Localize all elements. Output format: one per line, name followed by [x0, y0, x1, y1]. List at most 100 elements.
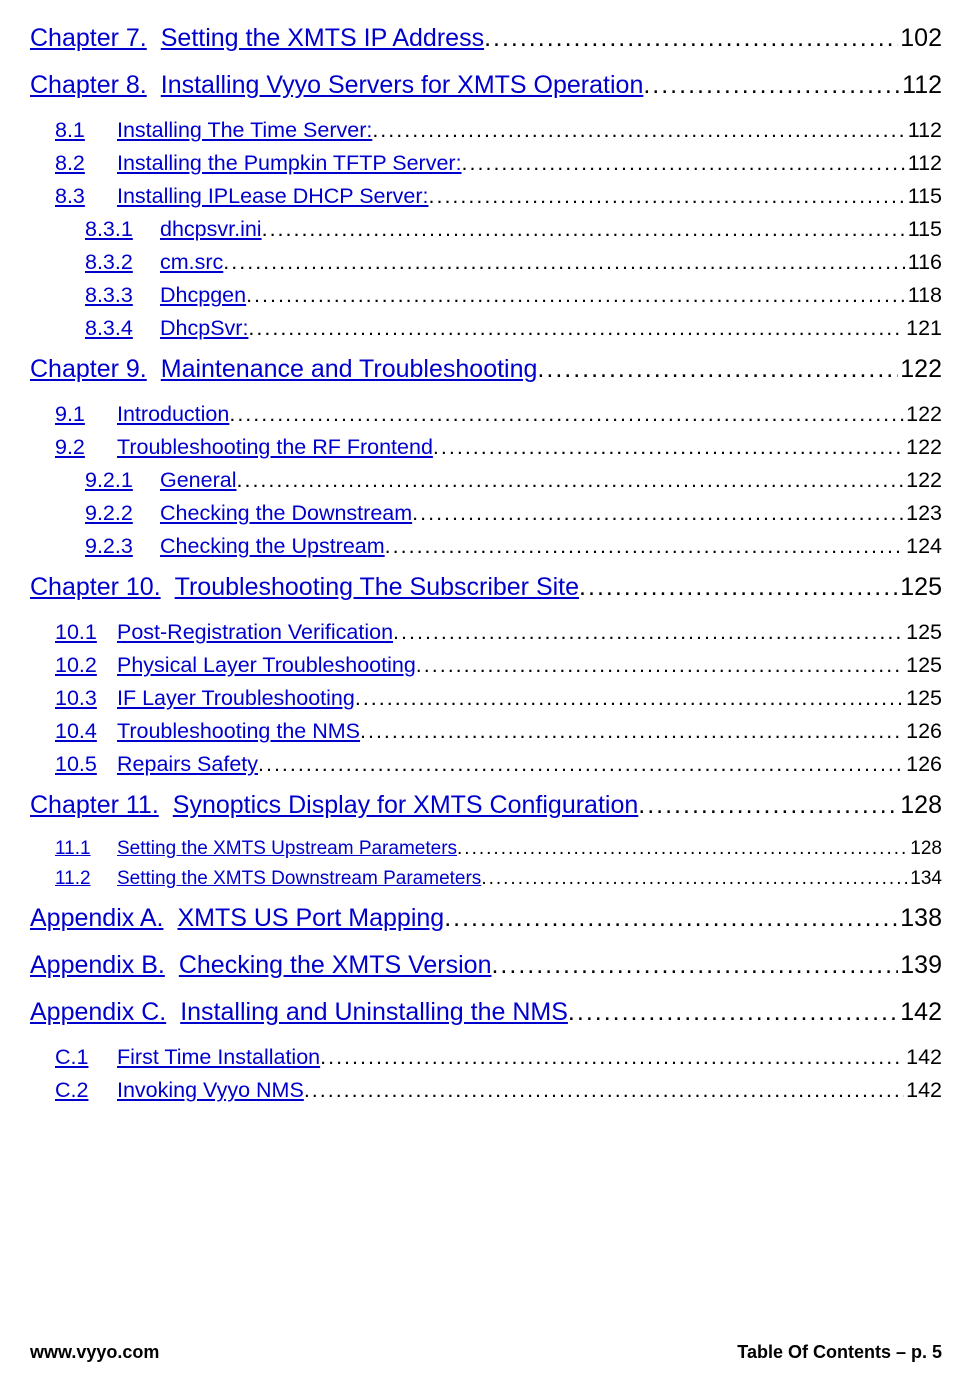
toc-entry-number[interactable]: Appendix B.: [30, 951, 165, 980]
toc-leader-dots: [229, 402, 904, 427]
toc-entry-title[interactable]: Maintenance and Troubleshooting: [161, 355, 538, 384]
toc-entry-number[interactable]: 8.3: [55, 184, 117, 209]
toc-entry-page: 116: [906, 250, 942, 275]
toc-entry-number[interactable]: 9.2.2: [85, 501, 160, 526]
toc-entry-number[interactable]: 9.2: [55, 435, 117, 460]
toc-entry-number[interactable]: C.2: [55, 1078, 117, 1103]
toc-entry: 8.3Installing IPLease DHCP Server:115: [55, 184, 942, 209]
toc-entry-title[interactable]: Installing the Pumpkin TFTP Server:: [117, 151, 462, 176]
toc-entry-title[interactable]: IF Layer Troubleshooting: [117, 686, 355, 711]
toc-entry-title[interactable]: Invoking Vyyo NMS: [117, 1078, 304, 1103]
toc-entry-number[interactable]: Chapter 8.: [30, 71, 147, 100]
toc-entry: 9.2.3Checking the Upstream124: [85, 534, 942, 559]
toc-entry-number[interactable]: Chapter 10.: [30, 573, 161, 602]
toc-entry-title[interactable]: Checking the XMTS Version: [179, 951, 492, 980]
toc-entry-title[interactable]: Troubleshooting the RF Frontend: [117, 435, 433, 460]
toc-entry-number[interactable]: 10.2: [55, 653, 117, 678]
toc-leader-dots: [258, 752, 904, 777]
toc-entry-title[interactable]: Checking the Downstream: [160, 501, 412, 526]
toc-entry-title[interactable]: Repairs Safety: [117, 752, 258, 777]
toc-entry: 10.4Troubleshooting the NMS126: [55, 719, 942, 744]
toc-entry-title[interactable]: First Time Installation: [117, 1045, 320, 1070]
toc-entry-title[interactable]: Installing Vyyo Servers for XMTS Operati…: [161, 71, 644, 100]
toc-leader-dots: [393, 620, 904, 645]
toc-entry-title[interactable]: Setting the XMTS Upstream Parameters: [117, 838, 457, 860]
toc-entry-title[interactable]: DhcpSvr:: [160, 316, 248, 341]
toc-entry-number[interactable]: 8.3.2: [85, 250, 160, 275]
toc-entry-number[interactable]: 11.2: [55, 868, 117, 890]
toc-entry-number[interactable]: 10.5: [55, 752, 117, 777]
toc-entry-number[interactable]: 10.4: [55, 719, 117, 744]
toc-leader-dots: [248, 316, 904, 341]
toc-leader-dots: [262, 217, 906, 242]
toc-entry-number[interactable]: 8.2: [55, 151, 117, 176]
toc-entry-title[interactable]: Setting the XMTS IP Address: [161, 24, 484, 53]
toc-entry-number[interactable]: 8.3.3: [85, 283, 160, 308]
toc-leader-dots: [433, 435, 904, 460]
page-footer: www.vyyo.com Table Of Contents – p. 5: [30, 1342, 942, 1363]
toc-gap: [163, 904, 177, 933]
toc-entry-page: 139: [898, 951, 942, 980]
toc-leader-dots: [537, 355, 898, 384]
toc-entry-title[interactable]: Setting the XMTS Downstream Parameters: [117, 868, 481, 890]
toc-leader-dots: [457, 838, 908, 860]
toc-entry-number[interactable]: 10.3: [55, 686, 117, 711]
toc-entry: 11.1Setting the XMTS Upstream Parameters…: [55, 838, 942, 860]
toc-entry: 9.2.1General122: [85, 468, 942, 493]
toc-entry-number[interactable]: 9.1: [55, 402, 117, 427]
toc-entry-page: 125: [904, 620, 942, 645]
toc-entry-title[interactable]: Troubleshooting The Subscriber Site: [175, 573, 579, 602]
toc-entry-number[interactable]: 10.1: [55, 620, 117, 645]
toc-entry-page: 115: [906, 217, 942, 242]
toc-entry: Chapter 8. Installing Vyyo Servers for X…: [30, 71, 942, 100]
toc-entry-page: 121: [904, 316, 942, 341]
toc-entry: Chapter 11. Synoptics Display for XMTS C…: [30, 791, 942, 820]
toc-entry-title[interactable]: Installing and Uninstalling the NMS: [180, 998, 568, 1027]
toc-entry: 10.1Post-Registration Verification 125: [55, 620, 942, 645]
toc-entry: 11.2Setting the XMTS Downstream Paramete…: [55, 868, 942, 890]
toc-leader-dots: [355, 686, 904, 711]
toc-entry-number[interactable]: Chapter 7.: [30, 24, 147, 53]
toc-entry-title[interactable]: Installing IPLease DHCP Server:: [117, 184, 429, 209]
toc-entry-title[interactable]: General: [160, 468, 237, 493]
toc-entry-number[interactable]: Chapter 11.: [30, 791, 159, 820]
toc-entry-title[interactable]: cm.src: [160, 250, 223, 275]
toc-entry-title[interactable]: Checking the Upstream: [160, 534, 385, 559]
toc-entry-number[interactable]: 11.1: [55, 838, 117, 860]
toc-gap: [166, 998, 180, 1027]
toc-leader-dots: [360, 719, 904, 744]
toc-leader-dots: [491, 951, 898, 980]
toc-entry-number[interactable]: 9.2.3: [85, 534, 160, 559]
toc-entry: 9.1Introduction122: [55, 402, 942, 427]
toc-leader-dots: [372, 118, 905, 143]
toc-entry-page: 125: [898, 573, 942, 602]
toc-gap: [147, 355, 161, 384]
toc-gap: [147, 24, 161, 53]
toc-entry-number[interactable]: Appendix C.: [30, 998, 166, 1027]
toc-entry-title[interactable]: Installing The Time Server:: [117, 118, 372, 143]
toc-entry-number[interactable]: 8.1: [55, 118, 117, 143]
toc-entry-title[interactable]: Physical Layer Troubleshooting: [117, 653, 416, 678]
toc-entry-number[interactable]: 9.2.1: [85, 468, 160, 493]
toc-entry-number[interactable]: Chapter 9.: [30, 355, 147, 384]
toc-entry-number[interactable]: C.1: [55, 1045, 117, 1070]
toc-entry-title[interactable]: Synoptics Display for XMTS Configuration: [173, 791, 638, 820]
toc-entry-page: 128: [898, 791, 942, 820]
toc-entry-number[interactable]: 8.3.4: [85, 316, 160, 341]
toc-entry-title[interactable]: dhcpsvr.ini: [160, 217, 262, 242]
toc-leader-dots: [320, 1045, 904, 1070]
toc-entry-title[interactable]: Post-Registration Verification: [117, 620, 393, 645]
toc-entry-title[interactable]: XMTS US Port Mapping: [177, 904, 444, 933]
toc-leader-dots: [429, 184, 906, 209]
toc-entry-number[interactable]: Appendix A.: [30, 904, 163, 933]
toc-leader-dots: [412, 501, 904, 526]
toc-entry-title[interactable]: Troubleshooting the NMS: [117, 719, 360, 744]
footer-url: www.vyyo.com: [30, 1342, 159, 1363]
toc-entry: 10.5Repairs Safety126: [55, 752, 942, 777]
toc-page: Chapter 7. Setting the XMTS IP Address 10…: [0, 0, 972, 1381]
toc-entry-title[interactable]: Dhcpgen: [160, 283, 246, 308]
toc-entry-title[interactable]: Introduction: [117, 402, 229, 427]
toc-leader-dots: [385, 534, 904, 559]
toc-entry: 9.2.2Checking the Downstream123: [85, 501, 942, 526]
toc-entry-number[interactable]: 8.3.1: [85, 217, 160, 242]
